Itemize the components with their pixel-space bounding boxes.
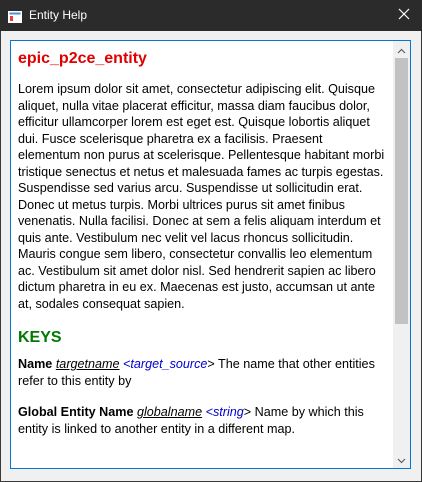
scroll-down-button[interactable]: [393, 451, 410, 468]
title-bar: Entity Help: [0, 0, 422, 31]
key-item: Name targetname <target_source> The name…: [18, 356, 388, 390]
entity-description: Lorem ipsum dolor sit amet, consectetur …: [18, 82, 385, 311]
scroll-up-button[interactable]: [393, 41, 410, 58]
entity-title: epic_p2ce_entity: [18, 50, 147, 67]
key-field-link[interactable]: targetname: [56, 357, 120, 371]
close-icon: [398, 7, 410, 25]
window-app-icon: [8, 10, 22, 23]
key-field-link[interactable]: globalname: [137, 405, 202, 419]
chevron-up-icon: [397, 41, 406, 59]
close-button[interactable]: [386, 0, 422, 31]
key-name: Global Entity Name: [18, 405, 134, 419]
chevron-down-icon: [397, 451, 406, 469]
key-type-close: >: [207, 357, 215, 371]
key-type-close: >: [243, 405, 252, 419]
help-text-view[interactable]: epic_p2ce_entity Lorem ipsum dolor sit a…: [10, 40, 411, 469]
key-type-link[interactable]: string: [213, 405, 244, 419]
keys-heading: KEYS: [18, 329, 62, 346]
key-name: Name: [18, 357, 53, 371]
vertical-scrollbar[interactable]: [393, 41, 410, 468]
help-content: epic_p2ce_entity Lorem ipsum dolor sit a…: [11, 41, 394, 468]
key-type-open: <: [205, 405, 213, 419]
scrollbar-thumb[interactable]: [395, 58, 408, 324]
window-title: Entity Help: [29, 8, 88, 22]
key-type-link[interactable]: target_source: [130, 357, 207, 371]
key-item: Global Entity Name globalname <string> N…: [18, 404, 388, 438]
